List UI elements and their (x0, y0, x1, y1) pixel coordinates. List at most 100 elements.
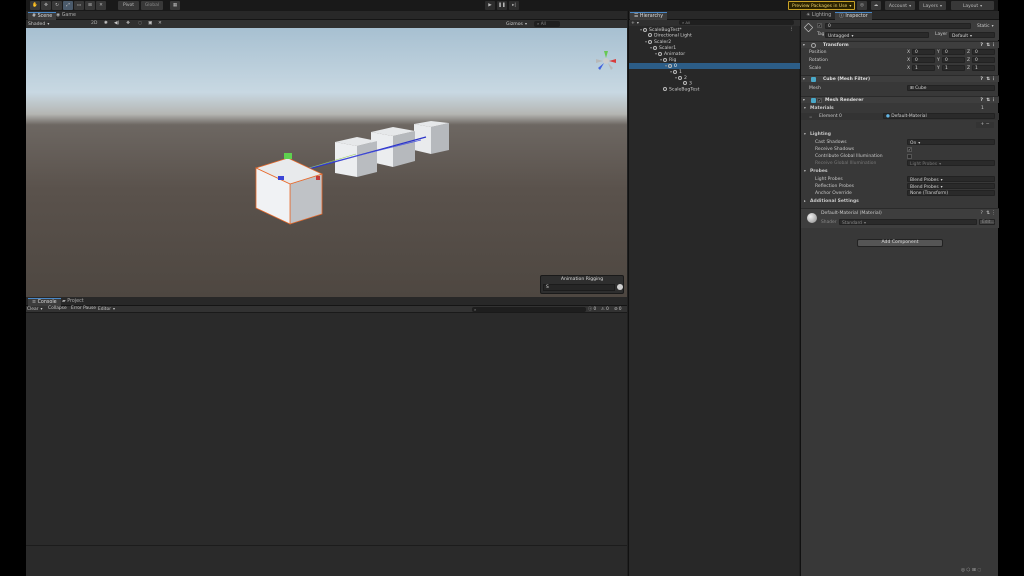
layout-dropdown[interactable]: Layout (951, 1, 994, 10)
axis-x-label[interactable]: X (907, 65, 910, 72)
component-menu-icon[interactable]: ⋮ (991, 210, 996, 216)
info-count[interactable]: ⓘ 0 (588, 306, 596, 312)
light-probes-dropdown[interactable]: Blend Probes (907, 176, 995, 183)
2d-toggle[interactable]: 2D (91, 20, 97, 28)
move-tool-icon[interactable]: ✥ (41, 1, 51, 10)
preset-icon[interactable]: ⇅ (986, 97, 990, 104)
pause-button[interactable]: ❚❚ (497, 1, 507, 10)
lighting-toggle-icon[interactable]: ✺ (104, 20, 108, 28)
grid-snap-icon[interactable]: ▦ (170, 1, 180, 10)
warning-count[interactable]: ⚠ 0 (601, 306, 609, 312)
additional-settings-section[interactable]: ▸ Additional Settings (801, 198, 999, 205)
reflection-probes-dropdown[interactable]: Blend Probes (907, 183, 995, 190)
preset-icon[interactable]: ⇅ (986, 42, 990, 49)
account-dropdown[interactable]: Account (885, 1, 915, 10)
axis-z-label[interactable]: Z (967, 65, 970, 72)
mesh-renderer-enabled-checkbox[interactable]: ✓ (817, 98, 822, 103)
help-icon[interactable]: ? (980, 76, 983, 83)
layers-dropdown[interactable]: Layers (919, 1, 946, 10)
scale-tool-icon[interactable]: ⤢ (63, 1, 73, 10)
play-button[interactable]: ▶ (485, 1, 495, 10)
axis-z-label[interactable]: Z (967, 57, 970, 64)
drag-handle-icon[interactable]: = (809, 113, 812, 120)
component-menu-icon[interactable]: ⋮ (991, 97, 996, 104)
add-material-icon[interactable]: + (980, 122, 984, 127)
transform-x-field[interactable]: 1 (912, 65, 935, 71)
collapse-toggle[interactable]: Collapse (48, 306, 67, 312)
mesh-filter-header[interactable]: ▾ Cube (Mesh Filter) ? ⇅ ⋮ (801, 75, 999, 82)
transform-z-field[interactable]: 0 (972, 49, 995, 55)
progress-icon[interactable]: ◎ (961, 568, 965, 573)
lighting-section[interactable]: ▾ Lighting (801, 131, 999, 138)
console-log-area[interactable] (26, 313, 627, 576)
console-search-input[interactable]: ⌕ (472, 307, 586, 312)
axis-x-label[interactable]: X (907, 49, 910, 56)
cloud-icon[interactable]: ☁ (871, 1, 881, 10)
mesh-renderer-header[interactable]: ▾ ✓ Mesh Renderer ? ⇅ ⋮ (801, 96, 999, 103)
mesh-field[interactable]: ⊞ Cube (907, 85, 995, 91)
effects-toggle-icon[interactable]: ❖ (126, 20, 130, 28)
active-checkbox[interactable]: ✓ (817, 23, 822, 28)
axis-y-label[interactable]: Y (937, 49, 940, 56)
custom-tool-icon[interactable]: ✕ (96, 1, 106, 10)
clear-button[interactable]: Clear (27, 306, 43, 313)
tab-game[interactable]: ◉ Game (52, 12, 80, 20)
hierarchy-search-input[interactable]: ⌕ All (679, 20, 794, 25)
static-dropdown[interactable]: Static (977, 23, 994, 30)
audio-toggle-icon[interactable]: ◀) (114, 20, 119, 28)
object-name-field[interactable]: 0 (825, 23, 971, 29)
help-icon[interactable]: ? (981, 210, 983, 217)
global-toggle[interactable]: Global (141, 1, 163, 10)
hierarchy-item[interactable]: ScaleBugTest (629, 87, 800, 93)
hidden-objects-icon[interactable]: ◌ (138, 20, 142, 28)
tools-icon[interactable]: ✕ (158, 20, 162, 28)
transform-tool-icon[interactable]: ⊞ (85, 1, 95, 10)
transform-x-field[interactable]: 0 (912, 49, 935, 55)
materials-row[interactable]: ▾ Materials 1 (801, 105, 999, 112)
axis-y-label[interactable]: Y (937, 65, 940, 72)
shader-edit-button[interactable]: Edit... (979, 219, 995, 225)
rect-tool-icon[interactable]: ▭ (74, 1, 84, 10)
rotate-tool-icon[interactable]: ↻ (52, 1, 62, 10)
transform-header[interactable]: ▾ Transform ? ⇅ ⋮ (801, 41, 999, 48)
transform-z-field[interactable]: 1 (972, 65, 995, 71)
hierarchy-add-button[interactable]: + (631, 20, 639, 27)
cast-shadows-dropdown[interactable]: On (907, 139, 995, 146)
transform-y-field[interactable]: 0 (942, 57, 965, 63)
step-button[interactable]: ▸| (509, 1, 519, 10)
contribute-gi-checkbox[interactable] (907, 154, 912, 159)
axis-z-label[interactable]: Z (967, 49, 970, 56)
shader-dropdown[interactable]: Standard (839, 219, 977, 226)
tab-inspector[interactable]: ⓘ Inspector (835, 12, 872, 20)
add-component-button[interactable]: Add Component (857, 239, 943, 247)
error-count[interactable]: ⊘ 0 (614, 306, 622, 312)
overlay-add-icon[interactable] (617, 284, 623, 290)
preview-packages-dropdown[interactable]: Preview Packages in Use (788, 1, 856, 10)
axis-y-label[interactable]: Y (937, 57, 940, 64)
component-menu-icon[interactable]: ⋮ (991, 42, 996, 49)
error-pause-toggle[interactable]: Error Pause (71, 306, 96, 312)
scene-viewport[interactable]: Animation Rigging S (26, 28, 627, 297)
notifications-icon[interactable]: ◌ (977, 568, 981, 573)
transform-y-field[interactable]: 0 (942, 49, 965, 55)
anchor-override-field[interactable]: None (Transform) (907, 190, 995, 196)
debug-icon[interactable]: ⬡ (966, 568, 970, 573)
transform-x-field[interactable]: 0 (912, 57, 935, 63)
transform-z-field[interactable]: 0 (972, 57, 995, 63)
transform-y-field[interactable]: 1 (942, 65, 965, 71)
axis-x-label[interactable]: X (907, 57, 910, 64)
tab-console[interactable]: ≡ Console (28, 298, 61, 306)
help-icon[interactable]: ? (980, 97, 983, 104)
preset-icon[interactable]: ⇅ (986, 76, 990, 83)
remove-material-icon[interactable]: − (986, 122, 990, 127)
probes-section[interactable]: ▾ Probes (801, 168, 999, 175)
component-menu-icon[interactable]: ⋮ (991, 76, 996, 83)
preset-icon[interactable]: ⇅ (986, 210, 990, 217)
receive-shadows-checkbox[interactable]: ✓ (907, 147, 912, 152)
scene-search-input[interactable]: ⌕ All (534, 21, 560, 27)
tab-lighting[interactable]: ☀ Lighting (802, 12, 835, 20)
layer-dropdown[interactable]: Default (949, 32, 995, 39)
overlay-field[interactable]: S (543, 284, 615, 291)
tab-hierarchy[interactable]: ☰ Hierarchy (630, 12, 668, 20)
editor-dropdown[interactable]: Editor (98, 306, 115, 313)
